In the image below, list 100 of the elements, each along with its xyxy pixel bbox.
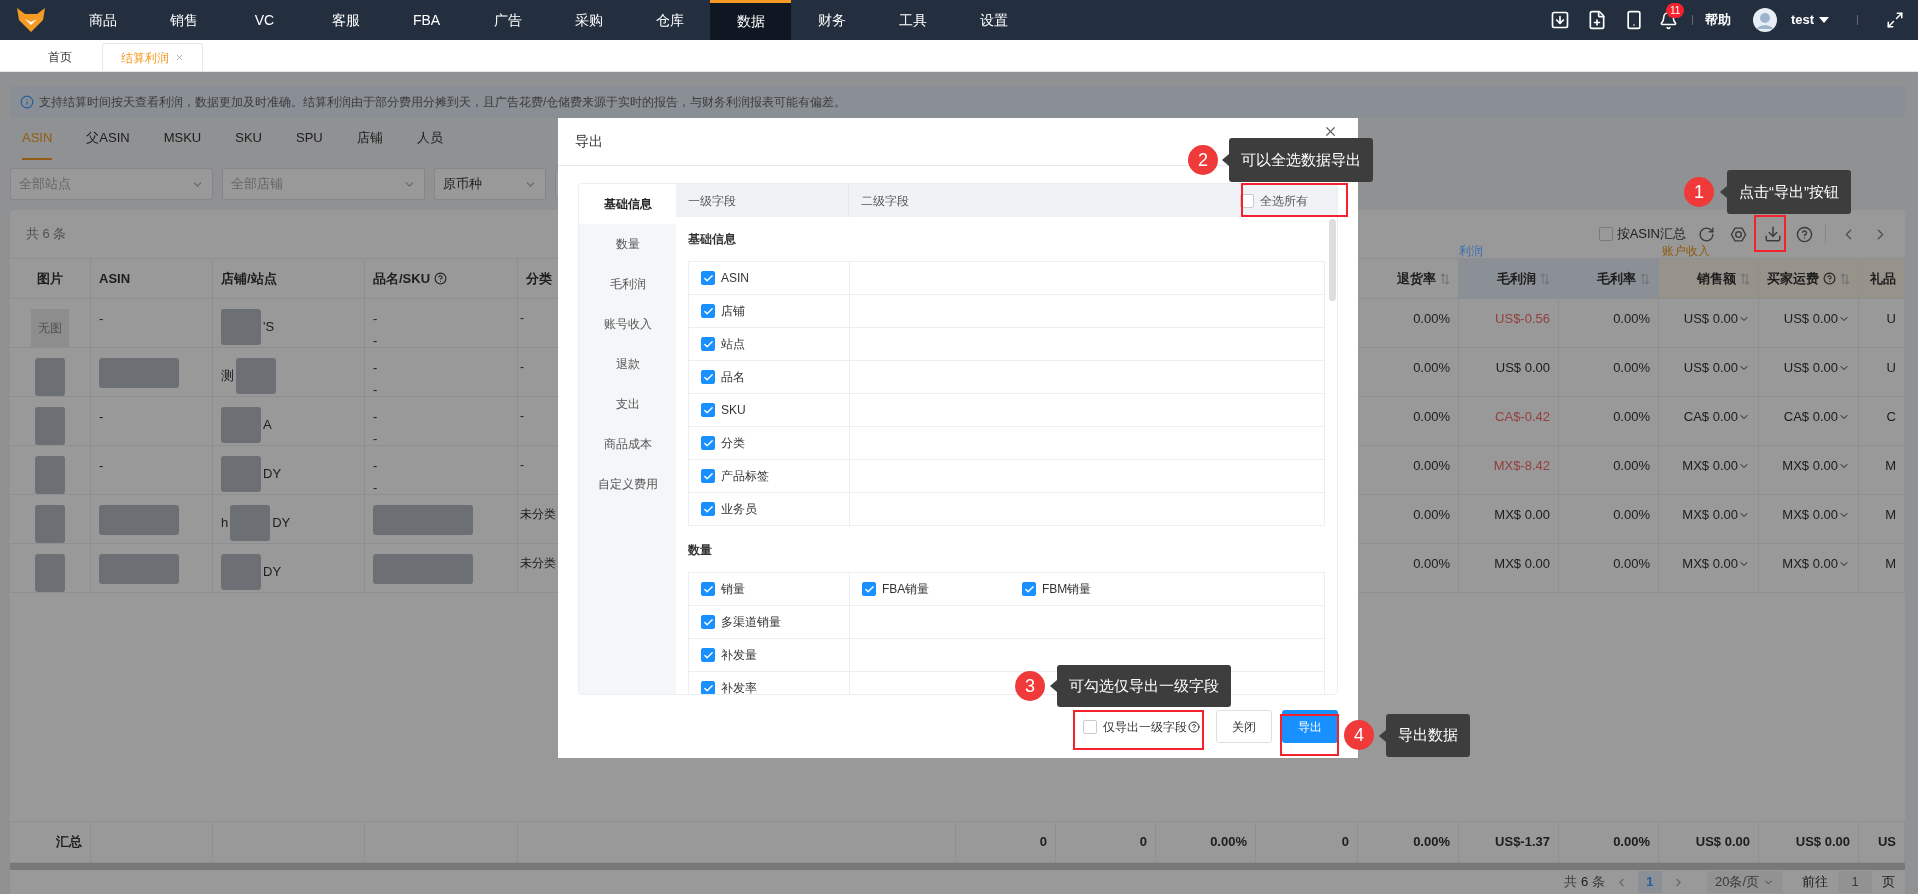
field-checkbox[interactable]: FBA销量: [862, 580, 1022, 598]
checkbox[interactable]: [862, 582, 876, 596]
checkbox[interactable]: [701, 304, 715, 318]
column-header[interactable]: 毛利润: [1459, 259, 1559, 298]
help-link[interactable]: 帮助: [1704, 10, 1731, 30]
view-tab[interactable]: MSKU: [163, 118, 202, 160]
nav-item[interactable]: 工具: [872, 0, 953, 40]
field-checkbox[interactable]: 补发率: [689, 672, 850, 694]
currency-dropdown[interactable]: CA$ 0.00: [1683, 407, 1750, 427]
column-header[interactable]: 毛利率: [1559, 259, 1659, 298]
field-checkbox[interactable]: 补发量: [689, 639, 850, 671]
category-item[interactable]: 自定义费用: [579, 464, 676, 504]
checkbox[interactable]: [701, 469, 715, 483]
checkbox[interactable]: [701, 436, 715, 450]
column-header: ASIN: [91, 259, 213, 298]
checkbox[interactable]: [701, 271, 715, 285]
group-by-asin-checkbox[interactable]: 按ASIN汇总: [1598, 224, 1686, 244]
scrollbar[interactable]: [10, 863, 1905, 870]
nav-item[interactable]: 财务: [791, 0, 872, 40]
nav-item[interactable]: FBA: [386, 0, 467, 40]
close-icon[interactable]: [1323, 124, 1338, 139]
checkbox[interactable]: [701, 615, 715, 629]
checkbox[interactable]: [701, 582, 715, 596]
currency-dropdown[interactable]: US$ 0.00: [1783, 358, 1850, 378]
fullscreen-icon[interactable]: [1886, 11, 1904, 29]
nav-item[interactable]: 客服: [305, 0, 386, 40]
nav-item[interactable]: 数据: [710, 0, 791, 40]
export-icon[interactable]: [1764, 225, 1782, 243]
category-item[interactable]: 基础信息: [579, 184, 676, 224]
checkbox[interactable]: [701, 337, 715, 351]
currency-dropdown[interactable]: MX$ 0.00: [1782, 456, 1850, 476]
cell-text: CA$-0.42: [1495, 408, 1550, 426]
nav-item[interactable]: 广告: [467, 0, 548, 40]
category-item[interactable]: 退款: [579, 344, 676, 384]
page-tab[interactable]: 首页: [30, 43, 90, 71]
redacted-block: [35, 456, 65, 494]
field-checkbox[interactable]: 品名: [689, 361, 850, 393]
first-level-only-checkbox[interactable]: 仅导出一级字段: [1083, 717, 1200, 736]
view-tab[interactable]: 父ASIN: [86, 118, 130, 160]
checkbox[interactable]: [1598, 227, 1613, 241]
currency-dropdown[interactable]: US$ 0.00: [1683, 358, 1750, 378]
cell-text: 未分类: [520, 506, 556, 523]
view-tab[interactable]: 人员: [416, 118, 443, 160]
field-checkbox[interactable]: 站点: [689, 328, 850, 360]
refresh-icon[interactable]: [1698, 225, 1715, 243]
field-checkbox[interactable]: 多渠道销量: [689, 606, 850, 638]
checkbox[interactable]: [701, 502, 715, 516]
column-group-label: 账户收入: [1662, 244, 1710, 258]
field-checkbox[interactable]: SKU: [689, 394, 850, 426]
close-button[interactable]: 关闭: [1216, 710, 1272, 743]
user-name[interactable]: test: [1790, 10, 1814, 30]
scrollbar[interactable]: [1329, 219, 1336, 301]
currency-dropdown[interactable]: MX$ 0.00: [1682, 554, 1750, 574]
currency-dropdown[interactable]: MX$ 0.00: [1782, 505, 1850, 525]
checkbox[interactable]: [701, 403, 715, 417]
field-checkbox[interactable]: 分类: [689, 427, 850, 459]
page-size-select[interactable]: 20条/页: [1706, 871, 1782, 893]
currency-dropdown[interactable]: MX$ 0.00: [1782, 554, 1850, 574]
currency-dropdown[interactable]: US$ 0.00: [1683, 309, 1750, 329]
redacted-block: [221, 554, 261, 590]
currency-dropdown[interactable]: MX$ 0.00: [1682, 456, 1750, 476]
cell-text: U: [1886, 359, 1896, 377]
nav-item[interactable]: VC: [224, 0, 305, 40]
checkbox[interactable]: [1083, 719, 1097, 734]
checkbox[interactable]: [701, 648, 715, 662]
cell-text: U: [1886, 310, 1896, 328]
settings-icon[interactable]: [1730, 225, 1747, 243]
nav-item[interactable]: 设置: [953, 0, 1034, 40]
help-icon[interactable]: [1796, 225, 1813, 243]
view-tab[interactable]: SKU: [235, 118, 262, 160]
field-checkbox[interactable]: 产品标签: [689, 460, 850, 492]
view-tab[interactable]: SPU: [296, 118, 323, 160]
column-header[interactable]: 买家运费: [1759, 259, 1859, 298]
currency-dropdown[interactable]: US$ 0.00: [1783, 309, 1850, 329]
view-tab[interactable]: 店铺: [356, 118, 383, 160]
nav-item[interactable]: 采购: [548, 0, 629, 40]
column-header[interactable]: 销售额: [1659, 259, 1759, 298]
category-item[interactable]: 支出: [579, 384, 676, 424]
nav-item[interactable]: 商品: [62, 0, 143, 40]
category-item[interactable]: 商品成本: [579, 424, 676, 464]
cell-text: 'S: [263, 318, 275, 337]
field-checkbox[interactable]: FBM销量: [1022, 580, 1182, 598]
nav-item[interactable]: 仓库: [629, 0, 710, 40]
nav-item[interactable]: 销售: [143, 0, 224, 40]
checkbox[interactable]: [1022, 582, 1036, 596]
currency-dropdown[interactable]: CA$ 0.00: [1783, 407, 1850, 427]
field-checkbox[interactable]: 业务员: [689, 493, 850, 525]
checkbox[interactable]: [701, 681, 715, 694]
currency-dropdown[interactable]: MX$ 0.00: [1682, 505, 1750, 525]
cell-text: -: [520, 359, 524, 376]
checkbox[interactable]: [701, 370, 715, 384]
field-checkbox[interactable]: 销量: [689, 573, 850, 605]
select-all-checkbox[interactable]: 全选所有: [1230, 191, 1325, 210]
download-icon[interactable]: [1549, 10, 1570, 30]
sort-icon: [1540, 271, 1550, 286]
page-input[interactable]: 1: [1838, 871, 1872, 893]
field-checkbox[interactable]: 店铺: [689, 295, 850, 327]
filter-select[interactable]: 原币种: [434, 168, 546, 200]
field-checkbox[interactable]: ASIN: [689, 262, 850, 294]
category-item[interactable]: 账号收入: [579, 304, 676, 344]
